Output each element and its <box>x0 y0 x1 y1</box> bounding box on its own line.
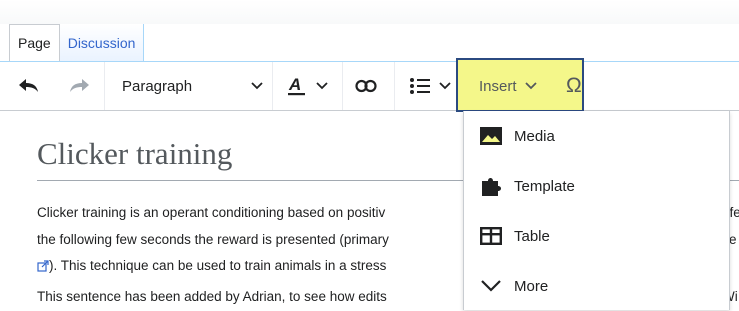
text-style-dropdown[interactable]: A <box>287 62 328 110</box>
toolbar-separator <box>342 62 343 110</box>
link-button[interactable] <box>355 62 377 110</box>
svg-text:A: A <box>288 75 301 94</box>
insert-dropdown-menu: Media Template Table More <box>463 111 730 310</box>
table-icon <box>478 223 504 249</box>
paragraph-format-dropdown[interactable]: Paragraph <box>122 62 263 110</box>
article-line-with-link: ). This technique can be used to train a… <box>37 258 386 273</box>
link-icon <box>355 79 377 93</box>
chevron-down-icon <box>439 82 451 90</box>
list-dropdown[interactable] <box>409 62 451 110</box>
image-icon <box>478 123 504 149</box>
chevron-down-icon <box>251 82 263 90</box>
menu-item-media[interactable]: Media <box>464 111 729 161</box>
text-style-icon: A <box>288 75 305 96</box>
editor-toolbar: Paragraph A <box>0 62 739 111</box>
bulleted-list-icon <box>410 78 430 94</box>
chevron-down-icon <box>524 82 537 90</box>
menu-item-table[interactable]: Table <box>464 211 729 261</box>
undo-button[interactable] <box>18 62 40 110</box>
redo-button[interactable] <box>68 62 90 110</box>
menu-item-label: More <box>514 277 549 295</box>
chevron-down-icon <box>478 273 504 299</box>
paragraph-format-label: Paragraph <box>122 77 193 95</box>
menu-item-label: Template <box>514 177 575 195</box>
page-title: Clicker training <box>37 136 233 171</box>
tab-page[interactable]: Page <box>9 24 60 61</box>
article-line-text: ). This technique can be used to train a… <box>49 258 387 273</box>
insert-label: Insert <box>479 77 517 95</box>
article-line: the following few seconds the reward is … <box>37 232 389 247</box>
external-link-icon[interactable] <box>37 260 49 273</box>
menu-item-more[interactable]: More <box>464 261 729 311</box>
article-line: Clicker training is an operant condition… <box>37 205 386 220</box>
menu-item-label: Media <box>514 127 555 145</box>
insert-dropdown-button[interactable]: Insert <box>479 62 537 110</box>
undo-icon <box>19 79 38 92</box>
article-line: This sentence has been added by Adrian, … <box>37 289 387 304</box>
page-tabs: Page Discussion <box>9 24 145 61</box>
toolbar-separator <box>272 62 273 110</box>
omega-icon: Ω <box>566 74 582 97</box>
redo-icon <box>70 79 89 92</box>
chevron-down-icon <box>316 82 328 90</box>
menu-item-template[interactable]: Template <box>464 161 729 211</box>
toolbar-separator <box>394 62 395 110</box>
toolbar-separator <box>104 62 105 110</box>
tab-discussion[interactable]: Discussion <box>59 24 145 61</box>
article-line-fragment: e <box>729 232 737 247</box>
page-top-band <box>0 0 739 24</box>
special-character-button[interactable]: Ω <box>566 62 582 110</box>
puzzle-icon <box>478 173 504 199</box>
menu-item-label: Table <box>514 227 550 245</box>
